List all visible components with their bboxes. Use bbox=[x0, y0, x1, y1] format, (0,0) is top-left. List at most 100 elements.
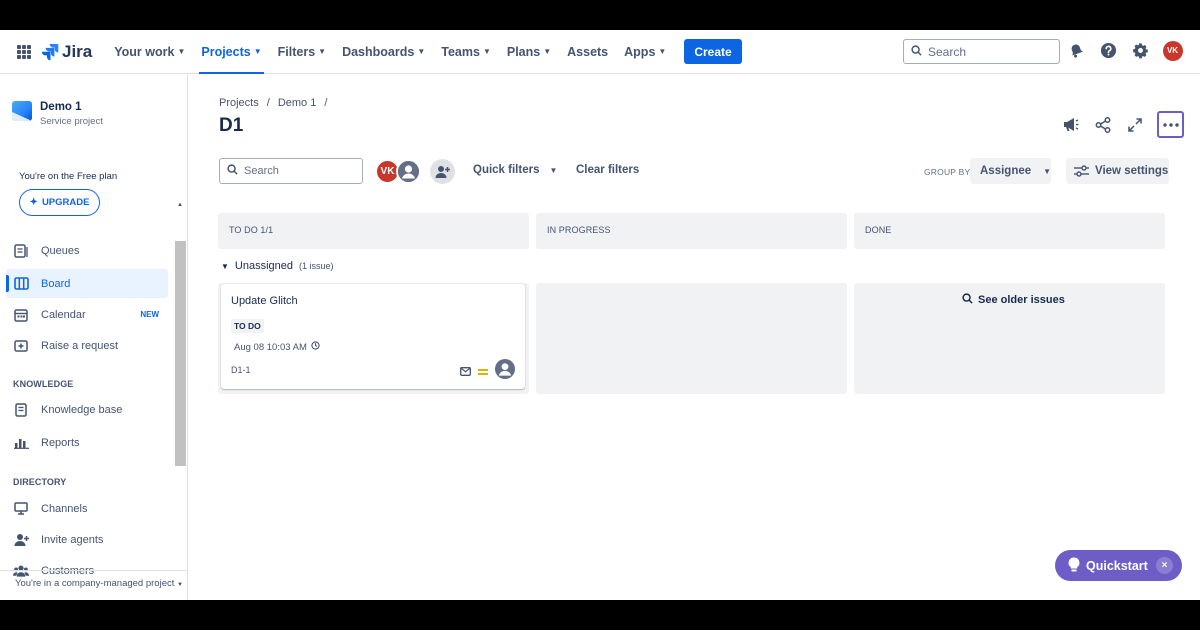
issue-card[interactable]: Update Glitch TO DO Aug 08 10:03 AM D1-1 bbox=[221, 284, 525, 389]
chevron-down-icon: ▼ bbox=[1043, 166, 1052, 176]
nav-your-work[interactable]: Your work ▼ bbox=[106, 30, 193, 74]
breadcrumb-demo-1[interactable]: Demo 1 bbox=[278, 97, 317, 109]
issue-card-title: Update Glitch bbox=[231, 295, 298, 307]
add-people-button[interactable] bbox=[430, 159, 455, 184]
app-window: Jira Your work ▼ Projects ▼ Filters ▼ Dashb… bbox=[0, 30, 1200, 600]
knowledge-base-icon bbox=[13, 402, 29, 418]
settings-gear-icon[interactable] bbox=[1130, 40, 1151, 61]
lightbulb-icon bbox=[1068, 556, 1080, 575]
sidebar-item-reports[interactable]: Reports bbox=[6, 428, 168, 457]
chevron-down-icon: ▼ bbox=[253, 47, 262, 56]
sidebar-item-channels[interactable]: Channels bbox=[6, 494, 168, 523]
jira-logo-icon bbox=[41, 43, 59, 60]
chevron-down-icon: ▼ bbox=[543, 47, 552, 56]
quickstart-label: Quickstart bbox=[1086, 558, 1148, 573]
sidebar-item-label: Raise a request bbox=[41, 339, 119, 352]
board-search-input[interactable]: Search bbox=[219, 158, 363, 184]
view-settings-label: View settings bbox=[1095, 165, 1169, 177]
global-search-placeholder: Search bbox=[928, 44, 967, 59]
sidebar-item-raise-request[interactable]: Raise a request bbox=[6, 331, 168, 360]
reports-icon bbox=[13, 435, 29, 451]
quick-filters-dropdown[interactable]: Quick filters ▼ bbox=[473, 164, 557, 176]
project-name: Demo 1 bbox=[40, 101, 82, 113]
add-person-icon bbox=[435, 165, 450, 178]
quick-filters-label: Quick filters bbox=[473, 164, 540, 176]
company-managed-note: You're in a company-managed project bbox=[0, 570, 188, 600]
fullscreen-expand-icon[interactable] bbox=[1121, 111, 1148, 138]
breadcrumb: Projects / Demo 1 / bbox=[219, 97, 327, 109]
search-icon bbox=[962, 293, 973, 307]
issue-status-lozenge: TO DO bbox=[231, 319, 264, 333]
share-icon[interactable] bbox=[1089, 111, 1116, 138]
nav-label: Filters bbox=[277, 44, 316, 59]
issue-key: D1-1 bbox=[231, 365, 251, 375]
nav-apps[interactable]: Apps ▼ bbox=[616, 30, 674, 74]
sidebar-item-label: Knowledge base bbox=[41, 403, 123, 416]
swimlane-unassigned[interactable]: ▼ Unassigned (1 issue) bbox=[221, 260, 334, 272]
announcement-megaphone-icon[interactable] bbox=[1057, 111, 1084, 138]
person-icon bbox=[398, 161, 419, 182]
sidebar-item-label: Queues bbox=[41, 244, 80, 257]
upgrade-button[interactable]: ✦ UPGRADE bbox=[19, 189, 100, 216]
create-button[interactable]: Create bbox=[684, 39, 742, 64]
nav-projects[interactable]: Projects ▼ bbox=[193, 30, 269, 74]
nav-assets[interactable]: Assets bbox=[559, 30, 616, 74]
knowledge-heading: KNOWLEDGE bbox=[13, 379, 74, 389]
project-header[interactable]: Demo 1 Service project bbox=[12, 101, 103, 127]
sparkle-icon: ✦ bbox=[29, 197, 38, 208]
chevron-down-icon: ▼ bbox=[549, 165, 558, 175]
see-older-issues-link[interactable]: See older issues bbox=[962, 293, 1065, 307]
calendar-icon bbox=[13, 307, 29, 323]
sidebar-item-board[interactable]: Board bbox=[6, 269, 168, 298]
page-title: D1 bbox=[219, 115, 244, 136]
clear-filters-button[interactable]: Clear filters bbox=[576, 164, 639, 176]
top-navigation: Jira Your work ▼ Projects ▼ Filters ▼ Dashb… bbox=[0, 30, 1200, 74]
board-search-placeholder: Search bbox=[244, 165, 279, 177]
quickstart-button[interactable]: Quickstart × bbox=[1055, 550, 1182, 581]
quickstart-close-icon[interactable]: × bbox=[1156, 557, 1173, 574]
channels-icon bbox=[13, 501, 29, 517]
group-by-select[interactable]: Assignee ▼ bbox=[970, 158, 1051, 184]
sidebar-item-queues[interactable]: Queues bbox=[6, 236, 168, 265]
sidebar-scrollbar-thumb[interactable] bbox=[175, 241, 186, 466]
nav-plans[interactable]: Plans ▼ bbox=[499, 30, 559, 74]
top-icons: VK bbox=[1066, 40, 1183, 61]
breadcrumb-separator: / bbox=[324, 97, 328, 109]
swimlane-label: Unassigned bbox=[234, 260, 294, 272]
unassigned-avatar-icon[interactable] bbox=[495, 359, 515, 384]
see-older-issues-label: See older issues bbox=[978, 294, 1065, 306]
nav-dashboards[interactable]: Dashboards ▼ bbox=[334, 30, 433, 74]
breadcrumb-projects[interactable]: Projects bbox=[219, 97, 259, 109]
nav-teams[interactable]: Teams ▼ bbox=[433, 30, 499, 74]
nav-label: Dashboards bbox=[342, 44, 415, 59]
column-header-done: DONE bbox=[854, 213, 1165, 249]
user-avatar[interactable]: VK bbox=[1162, 40, 1183, 61]
global-search-input[interactable]: Search bbox=[903, 39, 1060, 64]
view-settings-button[interactable]: View settings bbox=[1066, 158, 1169, 184]
sidebar-item-invite-agents[interactable]: Invite agents bbox=[6, 525, 168, 554]
jira-logo[interactable]: Jira bbox=[41, 42, 92, 62]
nav-filters[interactable]: Filters ▼ bbox=[270, 30, 334, 74]
group-by-value: Assignee bbox=[980, 165, 1032, 177]
more-actions-button[interactable] bbox=[1157, 111, 1184, 138]
header-actions bbox=[1057, 111, 1184, 138]
sidebar-item-calendar[interactable]: Calendar NEW bbox=[6, 300, 168, 329]
sidebar-scrollbar[interactable]: ▲ ▼ bbox=[175, 199, 186, 597]
column-body-in-progress bbox=[536, 283, 847, 394]
nav-label: Apps bbox=[624, 44, 656, 59]
sidebar-item-knowledge-base[interactable]: Knowledge base bbox=[6, 395, 168, 424]
assignee-avatars: VK bbox=[375, 159, 421, 184]
notifications-icon[interactable] bbox=[1066, 40, 1087, 61]
user-avatar-initials: VK bbox=[1162, 40, 1183, 61]
app-switcher-icon[interactable] bbox=[17, 44, 31, 59]
chevron-down-icon: ▼ bbox=[658, 47, 667, 56]
nav-label: Assets bbox=[567, 44, 609, 59]
project-avatar-icon bbox=[12, 101, 32, 121]
nav-label: Teams bbox=[441, 44, 480, 59]
scroll-up-icon[interactable]: ▲ bbox=[177, 202, 183, 208]
project-type: Service project bbox=[40, 116, 103, 127]
issue-date-text: Aug 08 10:03 AM bbox=[234, 341, 307, 353]
priority-medium-icon bbox=[478, 368, 488, 375]
unassigned-avatar[interactable] bbox=[396, 159, 421, 184]
help-icon[interactable] bbox=[1098, 40, 1119, 61]
